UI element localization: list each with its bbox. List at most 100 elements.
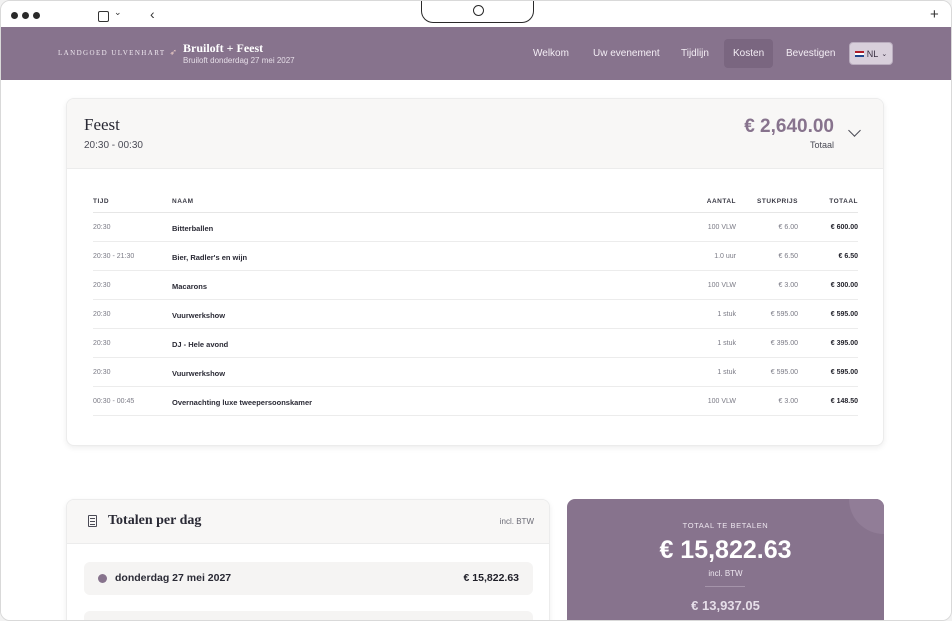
event-subtitle: Bruiloft donderdag 27 mei 2027 [183, 56, 295, 65]
cell-totaal: € 395.00 [830, 340, 858, 347]
cell-aantal: 1 stuk [717, 311, 736, 318]
cell-totaal: € 6.50 [838, 253, 858, 260]
cell-naam: Overnachting luxe tweepersoonskamer [172, 398, 313, 407]
cell-aantal: 100 VLW [707, 282, 736, 289]
section-total-amount: € 2,640.00 [744, 116, 834, 137]
dot [22, 12, 29, 19]
app-window: ⌄ ‹ + Landgoed Ulvenhart ➶ Bruiloft + Fe… [0, 0, 952, 621]
tabs-icon[interactable] [98, 11, 109, 22]
nav-uw-evenement[interactable]: Uw evenement [584, 39, 669, 68]
window-menu-icon[interactable] [11, 12, 40, 19]
logo[interactable]: Landgoed Ulvenhart ➶ [58, 47, 177, 58]
cell-tijd: 20:30 [93, 282, 111, 289]
totals-per-day-title: Totalen per dag [108, 513, 202, 528]
day-amount: € 15,822.63 [463, 572, 519, 584]
cell-tijd: 20:30 - 21:30 [93, 253, 135, 260]
column-totaal: TOTAAL [829, 198, 858, 205]
total-to-pay-amount: € 15,822.63 [659, 536, 792, 564]
cost-table: TIJD NAAM AANTAL STUKPRIJS TOTAAL 20:30 B… [93, 195, 858, 416]
cell-naam: Vuurwerkshow [172, 369, 226, 378]
total-excl-amount: € 13,937.05 [691, 598, 760, 613]
feest-card: Feest 20:30 - 00:30 € 2,640.00 Totaal TI… [66, 98, 884, 446]
nav-tijdlijn[interactable]: Tijdlijn [672, 39, 718, 68]
cell-stukprijs: € 3.00 [778, 282, 798, 289]
total-to-pay-card: TOTAAL TE BETALEN € 15,822.63 incl. BTW … [567, 499, 884, 620]
cell-totaal: € 300.00 [830, 282, 858, 289]
logo-text: Landgoed Ulvenhart [58, 48, 166, 57]
totals-per-day-header: Totalen per dag incl. BTW [67, 500, 549, 544]
total-to-pay-label: TOTAAL TE BETALEN [682, 521, 769, 530]
cell-aantal: 100 VLW [707, 224, 736, 231]
day-total-row[interactable]: donderdag 27 mei 2027 € 15,822.63 [84, 562, 533, 595]
bullet-icon [98, 574, 107, 583]
cell-aantal: 1 stuk [717, 369, 736, 376]
chevron-down-icon[interactable] [848, 124, 861, 137]
cell-totaal: € 148.50 [830, 398, 858, 405]
nav-bevestigen[interactable]: Bevestigen [777, 39, 844, 68]
cell-stukprijs: € 595.00 [770, 311, 798, 318]
section-time: 20:30 - 00:30 [84, 140, 143, 151]
cell-tijd: 20:30 [93, 224, 111, 231]
feest-card-header[interactable]: Feest 20:30 - 00:30 € 2,640.00 Totaal [67, 99, 883, 169]
total-to-pay-btw: incl. BTW [708, 569, 743, 578]
receipt-icon [88, 515, 97, 527]
day-date: donderdag 27 mei 2027 [115, 572, 232, 584]
cell-stukprijs: € 6.50 [778, 253, 798, 260]
cell-stukprijs: € 395.00 [770, 340, 798, 347]
table-row: 20:30 Macarons 100 VLW € 3.00 € 300.00 [93, 271, 858, 300]
dot [11, 12, 18, 19]
column-aantal: AANTAL [706, 198, 736, 205]
language-label: NL [866, 48, 879, 59]
camera-notch [421, 1, 534, 23]
cell-tijd: 20:30 [93, 311, 111, 318]
cell-tijd: 00:30 - 00:45 [93, 398, 135, 405]
cell-tijd: 20:30 [93, 340, 111, 347]
event-title: Bruiloft + Feest [183, 41, 264, 55]
cell-totaal: € 595.00 [830, 369, 858, 376]
camera-icon [473, 5, 484, 16]
table-row: 20:30 Vuurwerkshow 1 stuk € 595.00 € 595.00 [93, 358, 858, 387]
new-tab-icon[interactable]: + [930, 6, 939, 23]
table-row: 00:30 - 00:45 Overnachting luxe tweeperso… [93, 387, 858, 416]
cell-stukprijs: € 6.00 [778, 224, 798, 231]
cell-totaal: € 595.00 [830, 311, 858, 318]
totals-per-day-card: Totalen per dag incl. BTW donderdag 27 m… [66, 499, 550, 620]
chevron-down-icon: ⌄ [881, 50, 888, 58]
flag-nl-icon [854, 50, 864, 57]
table-row: 20:30 - 21:30 Bier, Radler's en wijn 1.0 u… [93, 242, 858, 271]
cell-stukprijs: € 595.00 [770, 369, 798, 376]
nav-welkom[interactable]: Welkom [524, 39, 578, 68]
browser-toolbar: ⌄ ‹ + [1, 1, 951, 28]
cell-tijd: 20:30 [93, 369, 111, 376]
language-select[interactable]: NL ⌄ [849, 42, 893, 65]
cell-naam: Vuurwerkshow [172, 311, 226, 320]
section-total-label: Totaal [809, 140, 834, 150]
bird-icon: ➶ [169, 47, 178, 57]
cell-totaal: € 600.00 [830, 224, 858, 231]
cell-stukprijs: € 3.00 [778, 398, 798, 405]
nav-kosten[interactable]: Kosten [724, 39, 774, 68]
cell-aantal: 1 stuk [717, 340, 736, 347]
table-header: TIJD NAAM AANTAL STUKPRIJS TOTAAL [93, 195, 858, 213]
btw-note: incl. BTW [499, 517, 534, 526]
table-row: 20:30 Bitterballen 100 VLW € 6.00 € 600.00 [93, 213, 858, 242]
chevron-down-icon[interactable]: ⌄ [114, 7, 122, 18]
column-stukprijs: STUKPRIJS [757, 198, 798, 205]
table-body: 20:30 Bitterballen 100 VLW € 6.00 € 600.00 20… [93, 213, 858, 416]
section-title: Feest [84, 115, 120, 134]
cell-naam: Macarons [172, 282, 208, 291]
day-total-row-partial [84, 611, 533, 620]
dot [33, 12, 40, 19]
cell-naam: Bitterballen [172, 224, 214, 233]
column-tijd: TIJD [93, 198, 110, 205]
table-row: 20:30 DJ - Hele avond 1 stuk € 395.00 € 395.… [93, 329, 858, 358]
divider [705, 586, 745, 587]
main-content: Feest 20:30 - 00:30 € 2,640.00 Totaal TI… [1, 80, 951, 620]
cell-naam: Bier, Radler's en wijn [172, 253, 248, 262]
cell-aantal: 100 VLW [707, 398, 736, 405]
table-row: 20:30 Vuurwerkshow 1 stuk € 595.00 € 595.00 [93, 300, 858, 329]
column-naam: NAAM [172, 198, 194, 205]
back-icon[interactable]: ‹ [150, 6, 155, 22]
cell-naam: DJ - Hele avond [172, 340, 229, 349]
cell-aantal: 1.0 uur [714, 253, 736, 260]
